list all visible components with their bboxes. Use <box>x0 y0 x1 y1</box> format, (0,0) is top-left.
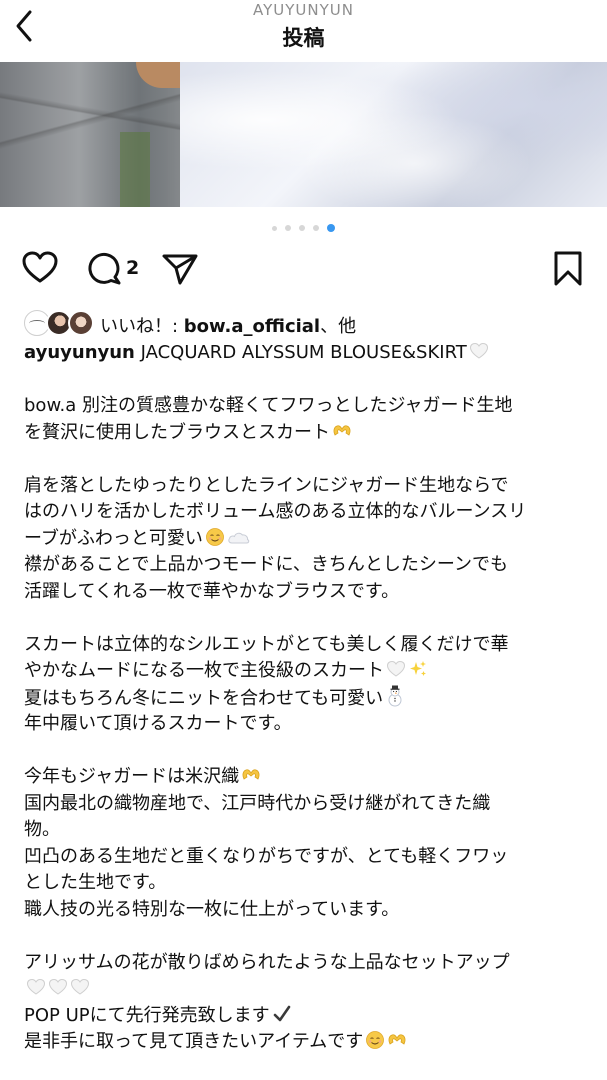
comment-count: 2 <box>126 257 140 279</box>
relieved-face-icon <box>365 1030 385 1050</box>
heart-icon[interactable] <box>20 248 60 292</box>
caption-text: JACQUARD ALYSSUM BLOUSE&SKIRT <box>134 342 467 363</box>
caption-line: を贅沢に使用したブラウスとスカート <box>24 420 584 447</box>
heart-hands-icon <box>387 1030 407 1050</box>
caption-line: アリッサムの花が散りばめられたような上品なセットアップ <box>24 950 584 977</box>
caption-text: 年中履いて頂けるスカートです。 <box>24 713 292 734</box>
caption-text: 肩を落としたゆったりとしたラインにジャガード生地ならで <box>24 474 509 496</box>
grass-strip <box>120 132 150 207</box>
carousel-dot <box>272 225 277 231</box>
caption-line: やかなムードになる一枚で主役級のスカート <box>24 658 584 685</box>
caption-line: 肩を落としたゆったりとしたラインにジャガード生地ならで <box>24 473 584 500</box>
bookmark-icon[interactable] <box>550 248 586 292</box>
likes-prefix: いいね！: <box>100 316 184 337</box>
relieved-face-icon <box>205 527 225 547</box>
caption-line: 襟があることで上品かつモードに、きちんとしたシーンでも <box>24 552 584 579</box>
caption-text: 凹凸のある生地だと重くなりがちですが、とても軽くフワッ <box>24 845 509 867</box>
likes-user[interactable]: bow.a_official <box>184 316 320 337</box>
caption-line: 夏はもちろん冬にニットを合わせても可愛い <box>24 685 584 712</box>
carousel-dot <box>313 225 319 231</box>
jacquard-fabric <box>180 62 607 207</box>
caption-text: 是非手に取って見て頂きたいアイテムです <box>24 1031 364 1052</box>
caption-line: 国内最北の織物産地で、江戸時代から受け継がれてきた織 <box>24 791 584 818</box>
caption-text: はのハリを活かしたボリューム感のある立体的なバルーンスリ <box>24 501 527 522</box>
caption-text: アリッサムの花が散りばめられたような上品なセットアップ <box>24 951 510 973</box>
carousel-indicator <box>0 224 607 234</box>
heart-hands-icon <box>332 421 352 441</box>
header-username: AYUYUNYUN <box>253 1 354 19</box>
post-image[interactable] <box>0 62 607 207</box>
caption-text: 職人技の光る特別な一枚に仕上がっています。 <box>24 898 400 920</box>
comment-icon[interactable] <box>84 248 124 292</box>
caption-text: スカートは立体的なシルエットがとても美しく履くだけで華 <box>24 633 509 655</box>
caption-line: とした生地です。 <box>24 870 584 897</box>
caption-line: POP UPにて先行発売致します <box>24 1003 584 1030</box>
caption-line <box>24 976 584 1003</box>
caption-text: bow.a 別注の質感豊かな軽くてフワっとしたジャガード生地 <box>24 395 513 416</box>
post-actions: 2 <box>0 248 607 294</box>
caption-line: 凹凸のある生地だと重くなりがちですが、とても軽くフワッ <box>24 844 584 871</box>
likes-row[interactable]: いいね！: bow.a_official、他 <box>24 310 584 340</box>
caption-line: 職人技の光る特別な一枚に仕上がっています。 <box>24 897 584 924</box>
carousel-dot-active <box>327 224 335 232</box>
avatar <box>68 310 94 336</box>
likes-suffix: 、他 <box>320 316 357 337</box>
top-bar: AYUYUNYUN 投稿 <box>0 0 607 62</box>
caption-line: スカートは立体的なシルエットがとても美しく履くだけで華 <box>24 632 584 659</box>
caption-line: ーブがふわっと可愛い <box>24 526 584 553</box>
caption-text: とした生地です。 <box>24 872 167 893</box>
carousel-dot <box>285 225 291 231</box>
carousel-dot <box>299 225 305 231</box>
heart-hands-icon <box>241 765 261 785</box>
check-mark-icon <box>272 1004 292 1024</box>
caption-text: を贅沢に使用したブラウスとスカート <box>24 421 330 443</box>
white-heart-icon <box>386 659 406 679</box>
caption-text: 今年もジャガードは米沢織 <box>24 766 240 787</box>
caption-line: ayuyunyun JACQUARD ALYSSUM BLOUSE&SKIRT <box>24 340 584 367</box>
caption-line: 年中履いて頂けるスカートです。 <box>24 711 584 738</box>
sparkles-icon <box>408 659 428 679</box>
caption-text: 国内最北の織物産地で、江戸時代から受け継がれてきた織 <box>24 792 491 814</box>
white-heart-icon <box>70 977 90 997</box>
cloud-icon <box>227 527 251 547</box>
caption-text: ーブがふわっと可愛い <box>24 527 203 549</box>
caption-text: 物。 <box>24 819 60 840</box>
caption-text: 夏はもちろん冬にニットを合わせても可愛い <box>24 687 384 709</box>
page-title: 投稿 <box>282 26 325 50</box>
white-heart-icon <box>26 977 46 997</box>
caption-line: 活躍してくれる一枚で華やかなブラウスです。 <box>24 579 584 606</box>
white-heart-icon <box>48 977 68 997</box>
caption-line: bow.a 別注の質感豊かな軽くてフワっとしたジャガード生地 <box>24 393 584 420</box>
caption-text: 活躍してくれる一枚で華やかなブラウスです。 <box>24 580 400 602</box>
caption-line: はのハリを活かしたボリューム感のある立体的なバルーンスリ <box>24 499 584 526</box>
paper-plane-icon[interactable] <box>160 248 200 292</box>
caption-text: POP UPにて先行発売致します <box>24 1004 270 1026</box>
caption-line: 今年もジャガードは米沢織 <box>24 764 584 791</box>
caption-username[interactable]: ayuyunyun <box>24 342 135 363</box>
likes-text: いいね！: bow.a_official、他 <box>100 312 356 338</box>
snowman-icon <box>385 685 405 706</box>
caption-line: 是非手に取って見て頂きたいアイテムです <box>24 1029 584 1056</box>
white-heart-icon <box>469 341 489 361</box>
caption-line: 物。 <box>24 817 584 844</box>
post-caption: ayuyunyun JACQUARD ALYSSUM BLOUSE&SKIRT b… <box>24 340 584 1056</box>
caption-text: やかなムードになる一枚で主役級のスカート <box>24 660 384 681</box>
caption-text: 襟があることで上品かつモードに、きちんとしたシーンでも <box>24 554 509 575</box>
